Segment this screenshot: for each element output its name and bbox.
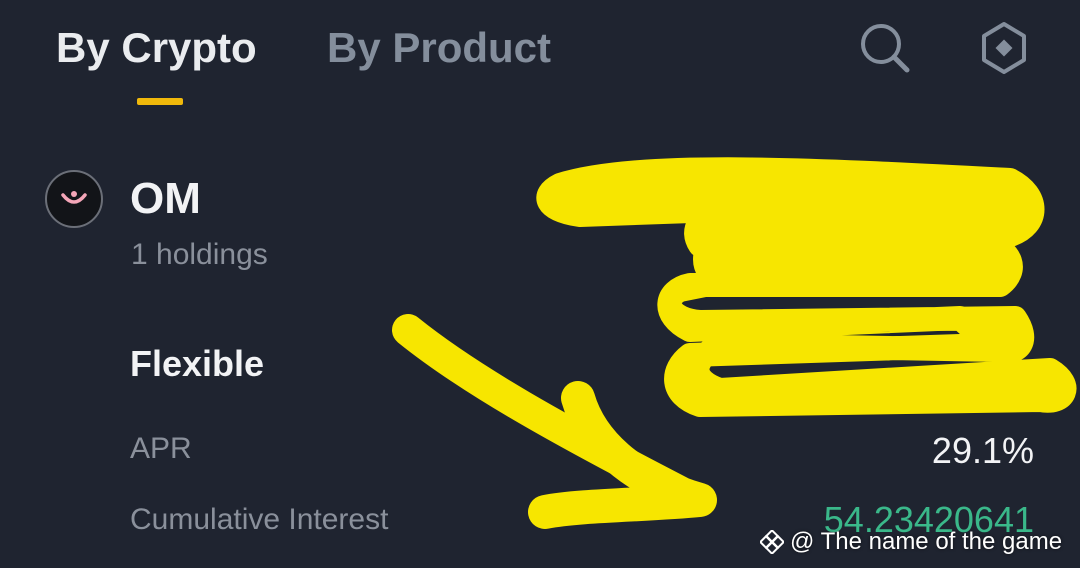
coin-symbol[interactable]: OM (130, 174, 201, 224)
product-type-title: Flexible (130, 343, 265, 384)
cumulative-interest-label: Cumulative Interest (130, 503, 389, 536)
tab-by-crypto[interactable]: By Crypto (56, 24, 257, 72)
watermark: @ The name of the game (760, 528, 1062, 556)
search-icon (861, 24, 910, 73)
watermark-text: @ The name of the game (790, 528, 1063, 555)
search-button[interactable] (857, 20, 913, 76)
settings-button[interactable] (976, 20, 1032, 76)
active-tab-indicator (137, 98, 183, 105)
apr-value: 29.1% (931, 430, 1034, 471)
apr-label: APR (130, 432, 192, 465)
highlight-scribble (392, 157, 1077, 529)
binance-logo-icon (760, 530, 784, 554)
holdings-count: 1 holdings (131, 238, 268, 271)
settings-icon (982, 22, 1026, 74)
tab-by-product[interactable]: By Product (327, 24, 551, 72)
om-coin-logo-icon (45, 170, 103, 228)
